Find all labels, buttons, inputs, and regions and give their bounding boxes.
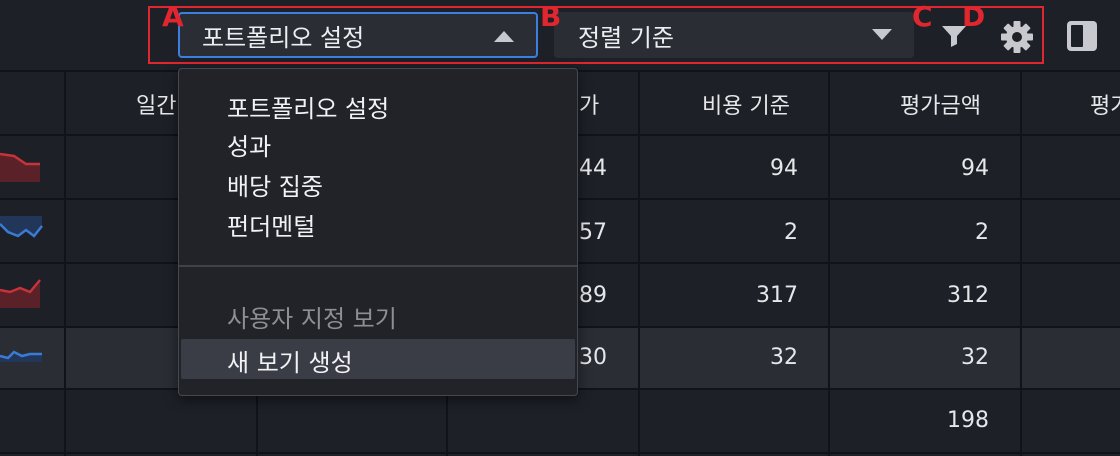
sort-by-select[interactable]: 정렬 기준 xyxy=(554,12,914,58)
column-header[interactable]: 일간 xyxy=(136,88,176,120)
table-cell: 2 xyxy=(975,220,989,245)
menu-section-custom-views: 사용자 지정 보기 xyxy=(227,305,397,333)
menu-divider xyxy=(179,265,577,267)
menu-item-portfolio-settings[interactable]: 포트폴리오 설정 xyxy=(227,89,389,124)
sparkline-chart xyxy=(0,216,43,238)
table-cell: 30 xyxy=(579,345,607,370)
sparkline-chart xyxy=(0,350,42,362)
table-cell: 32 xyxy=(770,345,798,370)
sort-by-label: 정렬 기준 xyxy=(578,23,674,52)
marker-a: A xyxy=(162,0,184,33)
table-cell: 32 xyxy=(961,345,989,370)
menu-item-dividend-focus[interactable]: 배당 집중 xyxy=(227,167,323,202)
menu-item-performance[interactable]: 성과 xyxy=(227,127,271,162)
sparkline-chart xyxy=(0,279,41,308)
table-cell: 2 xyxy=(784,220,798,245)
table-cell: 94 xyxy=(770,156,798,181)
portfolio-view-menu: 포트폴리오 설정 성과 배당 집중 펀더멘털 사용자 지정 보기 새 보기 생성 xyxy=(178,68,578,396)
table-cell: 198 xyxy=(947,408,989,433)
chevron-down-icon xyxy=(872,29,892,40)
marker-d: D xyxy=(962,0,986,33)
sparkline-chart xyxy=(0,152,40,182)
table-cell: 317 xyxy=(756,283,798,308)
sidebar-panel-icon[interactable] xyxy=(1066,20,1098,56)
table-cell: 89 xyxy=(579,283,607,308)
column-header[interactable]: 가 xyxy=(579,88,599,120)
column-header[interactable]: 비용 기준 xyxy=(702,88,790,120)
portfolio-view-select[interactable]: 포트폴리오 설정 xyxy=(178,12,538,58)
menu-item-create-view[interactable]: 새 보기 생성 xyxy=(227,343,353,378)
table-cell: 57 xyxy=(579,220,607,245)
table-cell: 94 xyxy=(961,156,989,181)
table-cell: 312 xyxy=(947,283,989,308)
chevron-up-icon xyxy=(494,31,514,42)
menu-item-fundamentals[interactable]: 펀더멘털 xyxy=(227,207,315,242)
toolbar: 포트폴리오 설정 정렬 기준 A B C D xyxy=(0,0,1120,70)
table-cell: 44 xyxy=(579,156,607,181)
marker-b: B xyxy=(540,0,562,33)
portfolio-view-label: 포트폴리오 설정 xyxy=(202,23,365,52)
column-header[interactable]: 평가금액 xyxy=(900,88,981,120)
column-header[interactable]: 평가 xyxy=(1090,88,1120,120)
marker-c: C xyxy=(912,0,933,33)
gear-icon[interactable] xyxy=(1000,20,1034,58)
